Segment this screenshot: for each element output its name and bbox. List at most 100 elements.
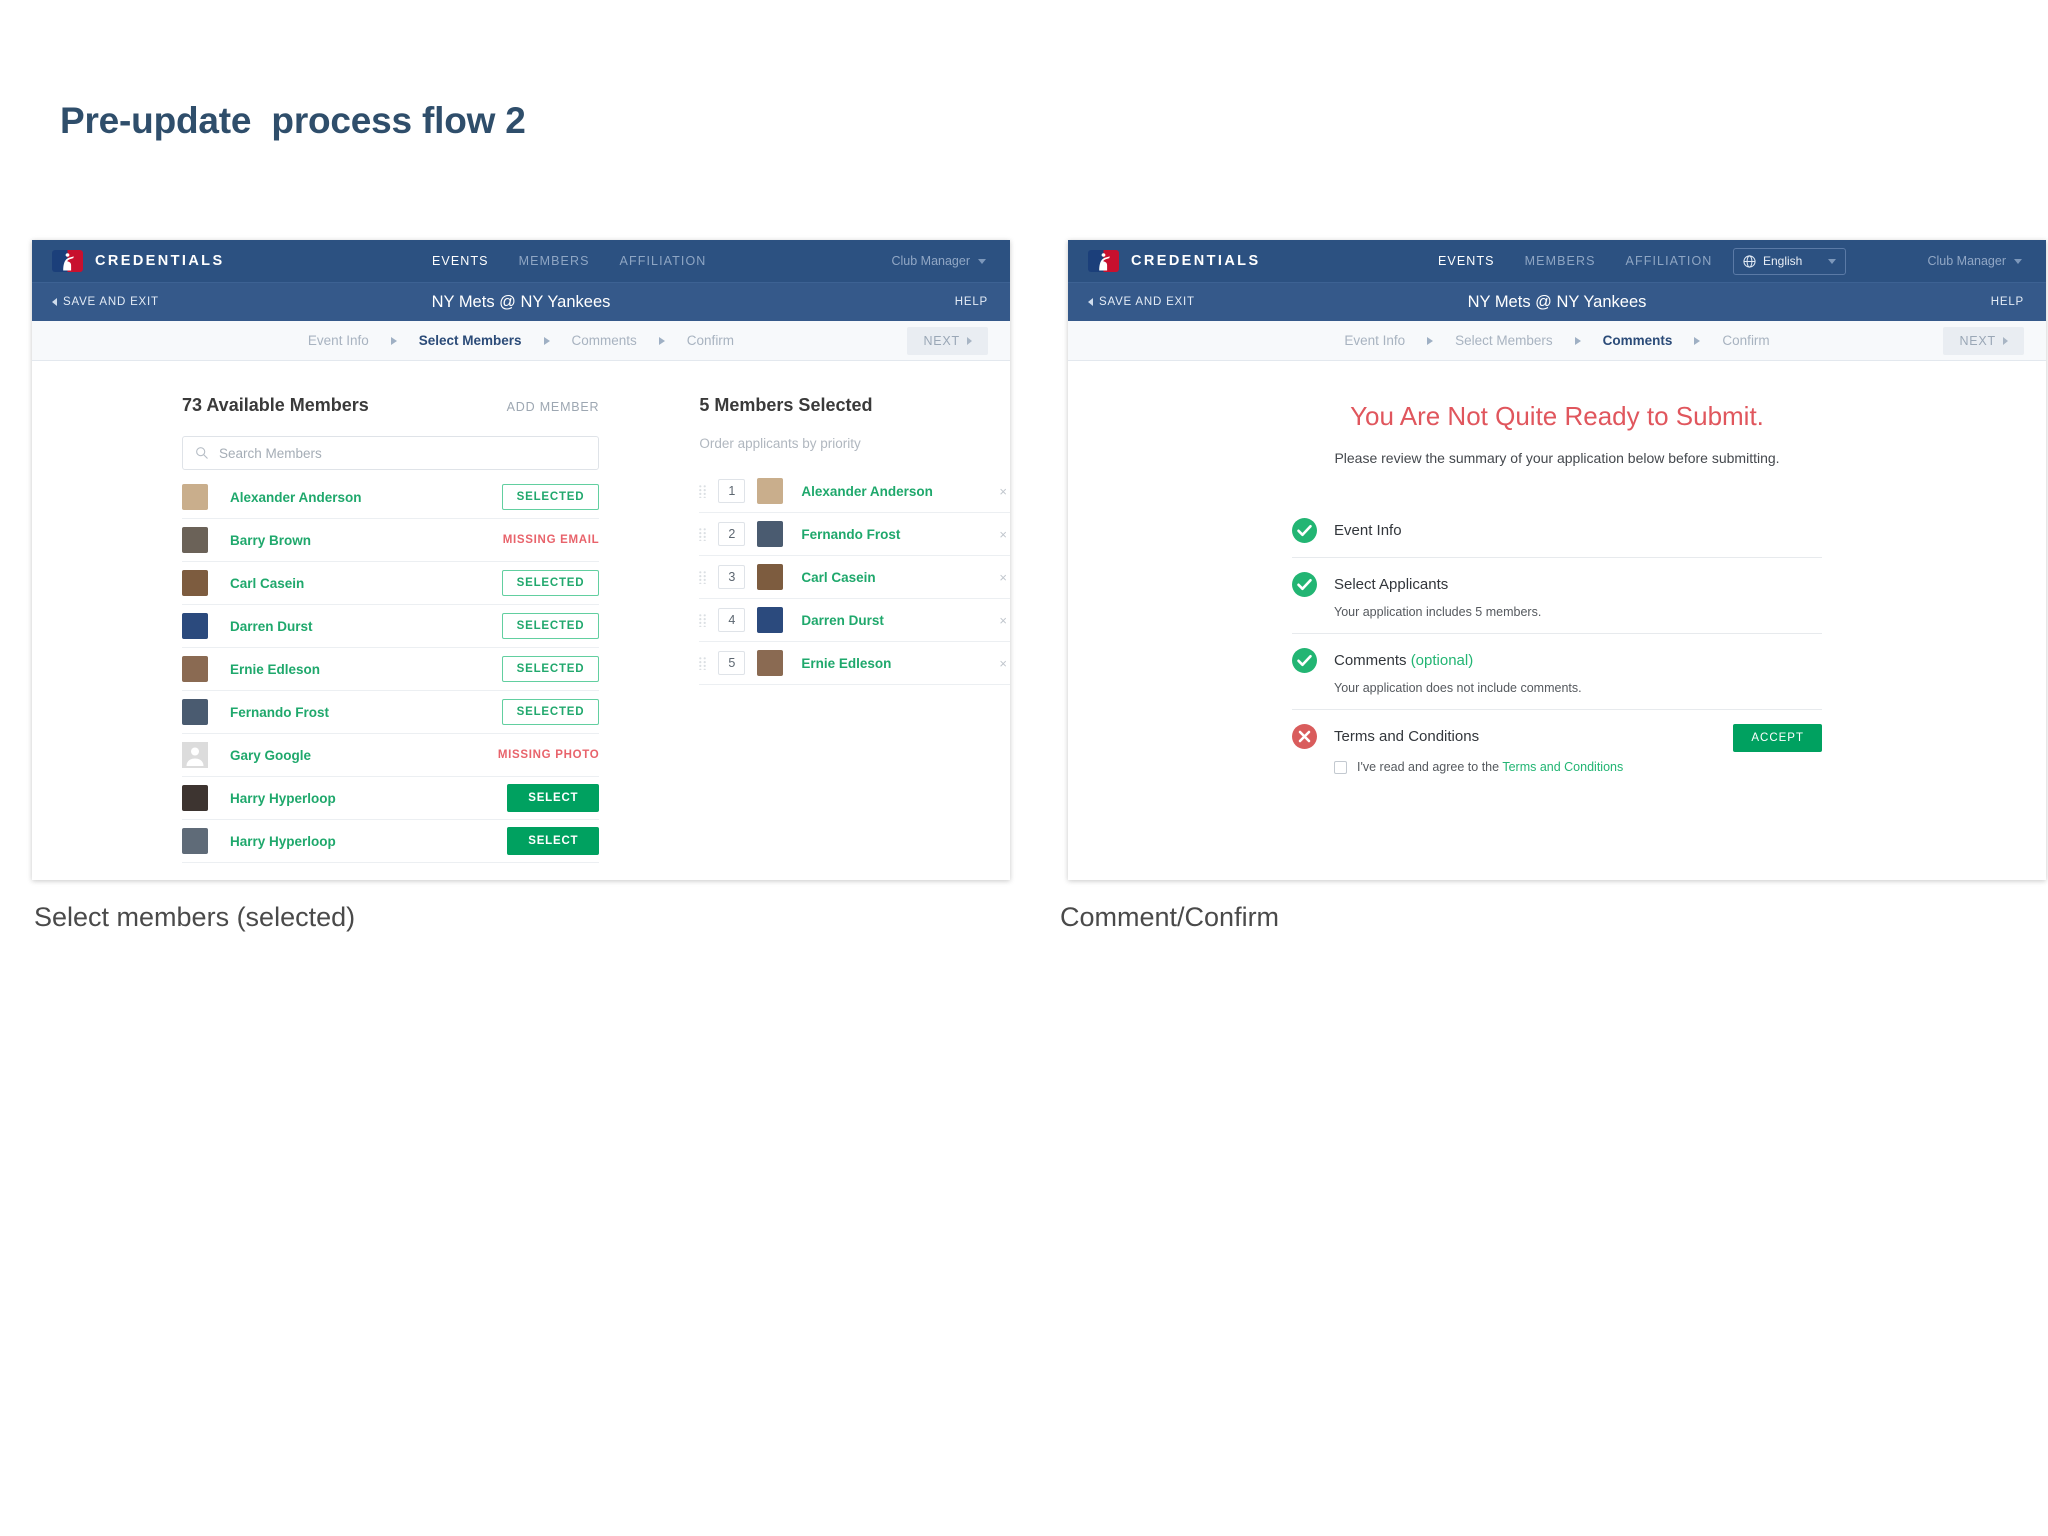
selected-pill[interactable]: SELECTED (501, 484, 600, 510)
remove-member-icon[interactable]: × (999, 484, 1010, 499)
selected-pill[interactable]: SELECTED (501, 570, 600, 596)
next-button-left[interactable]: NEXT (907, 326, 988, 355)
check-icon (1297, 578, 1312, 591)
member-name[interactable]: Barry Brown (230, 533, 503, 548)
available-member-row[interactable]: Barry Brown MISSING EMAIL (182, 519, 600, 562)
user-menu-right[interactable]: Club Manager (1927, 254, 2022, 268)
terms-checkbox[interactable] (1334, 760, 1347, 774)
help-link-left[interactable]: HELP (955, 296, 988, 308)
step-event-info-right[interactable]: Event Info (1344, 333, 1405, 348)
member-name[interactable]: Alexander Anderson (230, 490, 502, 505)
selected-member-name[interactable]: Ernie Edleson (801, 656, 999, 671)
step-event-info-left[interactable]: Event Info (308, 333, 369, 348)
step-separator-icon (658, 336, 665, 345)
member-name[interactable]: Harry Hyperloop (230, 791, 507, 806)
avatar (182, 785, 208, 811)
search-members-box[interactable] (182, 436, 600, 470)
next-button-right[interactable]: NEXT (1943, 326, 2024, 355)
summary-item: Select Applicants Your application includ… (1292, 558, 1822, 634)
step-comments-left[interactable]: Comments (572, 333, 637, 348)
available-member-row[interactable]: Alexander Anderson SELECTED (182, 476, 600, 519)
drag-handle-icon[interactable] (699, 527, 707, 541)
step-separator-icon (1694, 336, 1701, 345)
brand-logo-left[interactable]: CREDENTIALS (52, 250, 225, 272)
available-member-row[interactable]: Harry Hyperloop SELECT (182, 777, 600, 820)
summary-item-description: Your application does not include commen… (1334, 681, 1582, 695)
next-button-label-left: NEXT (923, 333, 960, 348)
member-name[interactable]: Gary Google (230, 748, 498, 763)
step-separator-icon (1427, 336, 1434, 345)
selected-members-heading: 5 Members Selected (699, 395, 873, 415)
accept-button[interactable]: ACCEPT (1733, 724, 1822, 752)
available-members-column: 73 Available Members ADD MEMBER Alexande… (182, 395, 600, 880)
brand-name-left: CREDENTIALS (95, 253, 225, 269)
rank-box[interactable]: 5 (718, 651, 746, 675)
rank-box[interactable]: 1 (718, 479, 746, 503)
selected-pill[interactable]: SELECTED (501, 699, 600, 725)
selected-member-name[interactable]: Darren Durst (801, 613, 999, 628)
step-confirm-right[interactable]: Confirm (1722, 333, 1769, 348)
help-link-right[interactable]: HELP (1991, 296, 2024, 308)
topnav-item-members-right[interactable]: MEMBERS (1525, 254, 1596, 268)
selected-member-name[interactable]: Alexander Anderson (801, 484, 999, 499)
caption-right: Comment/Confirm (1060, 902, 1280, 932)
available-member-row[interactable]: Carl Casein SELECTED (182, 562, 600, 605)
member-name[interactable]: Darren Durst (230, 619, 502, 634)
step-confirm-left[interactable]: Confirm (687, 333, 734, 348)
step-separator-icon (1574, 336, 1581, 345)
member-name[interactable]: Carl Casein (230, 576, 502, 591)
step-separator-icon (390, 336, 397, 345)
remove-member-icon[interactable]: × (999, 570, 1010, 585)
drag-handle-icon[interactable] (699, 484, 707, 498)
chevron-down-icon-left (978, 258, 986, 264)
rank-box[interactable]: 4 (718, 608, 746, 632)
select-button[interactable]: SELECT (507, 784, 600, 812)
terms-agree-row[interactable]: I've read and agree to the Terms and Con… (1334, 760, 1822, 774)
available-member-row[interactable]: Darren Durst SELECTED (182, 605, 600, 648)
available-member-row[interactable]: Ernie Edleson SELECTED (182, 648, 600, 691)
terms-and-conditions-link[interactable]: Terms and Conditions (1502, 760, 1623, 774)
drag-handle-icon[interactable] (699, 613, 707, 627)
selected-member-row[interactable]: 3 Carl Casein × (699, 556, 1010, 599)
screenshot-panel-comment-confirm: CREDENTIALS EVENTS MEMBERS AFFILIATION E… (1068, 240, 2046, 880)
add-member-button[interactable]: ADD MEMBER (507, 400, 600, 414)
remove-member-icon[interactable]: × (999, 656, 1010, 671)
selected-member-name[interactable]: Fernando Frost (801, 527, 999, 542)
step-select-members-right[interactable]: Select Members (1455, 333, 1553, 348)
selected-pill[interactable]: SELECTED (501, 656, 600, 682)
available-member-row[interactable]: Fernando Frost SELECTED (182, 691, 600, 734)
search-input[interactable] (219, 445, 587, 461)
selected-member-row[interactable]: 2 Fernando Frost × (699, 513, 1010, 556)
remove-member-icon[interactable]: × (999, 527, 1010, 542)
sub-header-right: SAVE AND EXIT NY Mets @ NY Yankees HELP (1068, 282, 2046, 321)
step-comments-right[interactable]: Comments (1603, 333, 1673, 348)
user-menu-left[interactable]: Club Manager (891, 254, 986, 268)
member-name[interactable]: Harry Hyperloop (230, 834, 507, 849)
rank-box[interactable]: 2 (718, 522, 746, 546)
drag-handle-icon[interactable] (699, 656, 707, 670)
selected-member-row[interactable]: 5 Ernie Edleson × (699, 642, 1010, 685)
member-name[interactable]: Fernando Frost (230, 705, 502, 720)
avatar (182, 828, 208, 854)
selected-member-row[interactable]: 4 Darren Durst × (699, 599, 1010, 642)
topnav-item-events-left[interactable]: EVENTS (432, 254, 489, 268)
available-member-row[interactable]: Harry Hyperloop SELECT (182, 820, 600, 863)
topnav-item-members-left[interactable]: MEMBERS (519, 254, 590, 268)
available-member-row[interactable]: Gary Google MISSING PHOTO (182, 734, 600, 777)
topnav-item-affiliation-right[interactable]: AFFILIATION (1626, 254, 1713, 268)
selected-member-row[interactable]: 1 Alexander Anderson × (699, 470, 1010, 513)
selected-pill[interactable]: SELECTED (501, 613, 600, 639)
select-button[interactable]: SELECT (507, 827, 600, 855)
brand-logo-right[interactable]: CREDENTIALS (1088, 250, 1261, 272)
topnav-item-events-right[interactable]: EVENTS (1438, 254, 1495, 268)
status-ok-badge (1292, 518, 1317, 543)
selected-member-name[interactable]: Carl Casein (801, 570, 999, 585)
member-name[interactable]: Ernie Edleson (230, 662, 502, 677)
language-select[interactable]: English (1733, 247, 1846, 275)
step-select-members-left[interactable]: Select Members (419, 333, 522, 348)
remove-member-icon[interactable]: × (999, 613, 1010, 628)
topnav-item-affiliation-left[interactable]: AFFILIATION (620, 254, 707, 268)
drag-handle-icon[interactable] (699, 570, 707, 584)
member-status-text: MISSING EMAIL (502, 534, 600, 546)
rank-box[interactable]: 3 (718, 565, 746, 589)
